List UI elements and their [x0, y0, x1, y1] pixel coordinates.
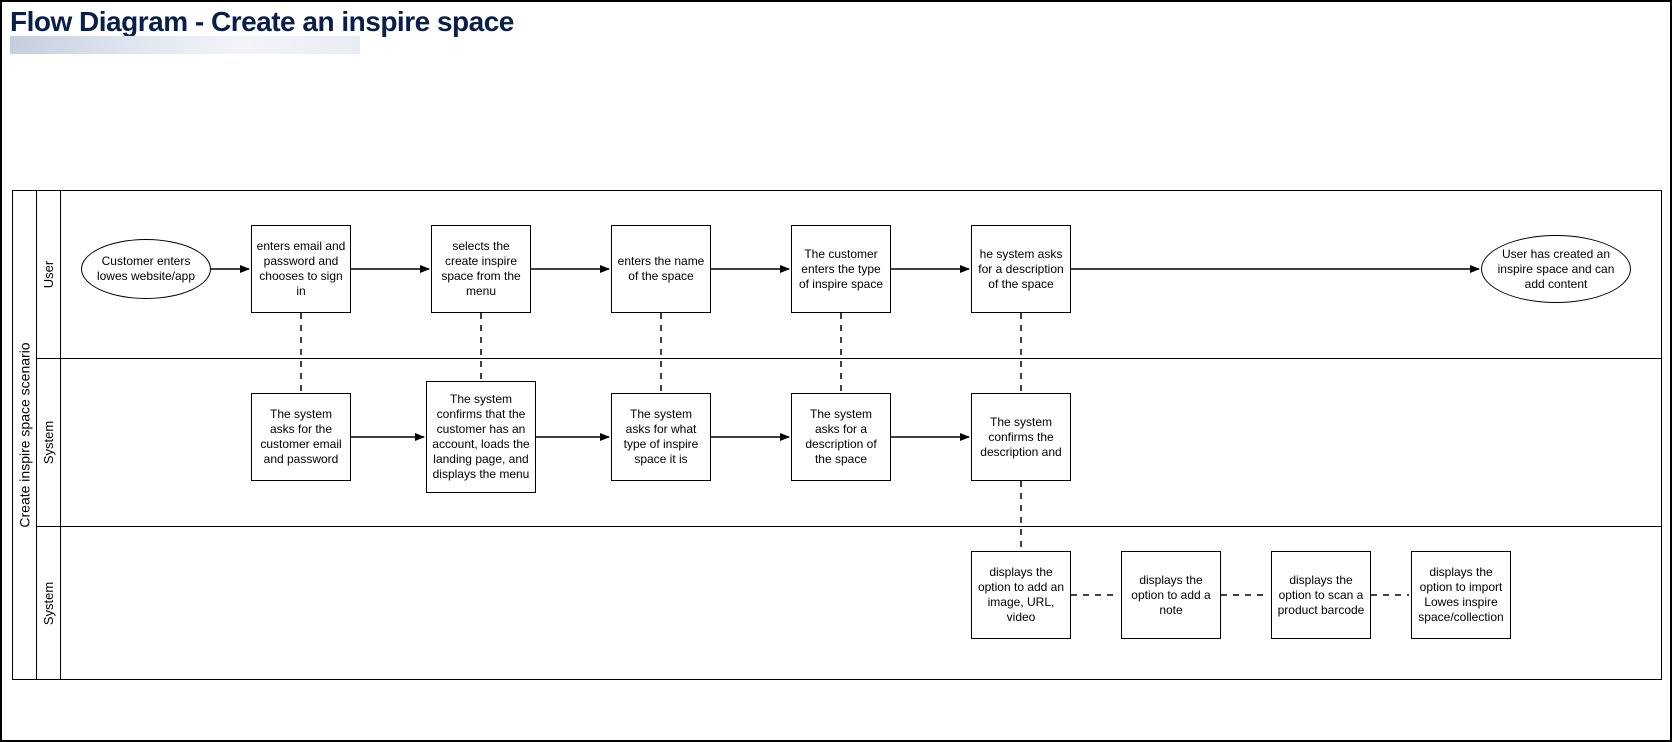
lane-user-label-text: User: [41, 261, 56, 288]
pool-label-text: Create inspire space scenario: [17, 342, 33, 527]
lane-system-2-label-text: System: [41, 581, 56, 624]
node-sys-ask-desc: The system asks for a description of the…: [791, 393, 891, 481]
node-end: User has created an inspire space and ca…: [1481, 235, 1631, 303]
lane-user: User Customer enters lowes website/app e…: [37, 191, 1661, 359]
lane-system-1: System The system asks for the customer …: [37, 359, 1661, 527]
node-sys-confirm-acct: The system confirms that the customer ha…: [426, 381, 536, 493]
node-start: Customer enters lowes website/app: [81, 239, 211, 299]
subtitle-placeholder-bar: [10, 36, 360, 54]
lane-system-2: System displays the option to add an ima…: [37, 527, 1661, 679]
lane-user-content: Customer enters lowes website/app enters…: [61, 191, 1661, 358]
node-user-desc: he system asks for a description of the …: [971, 225, 1071, 313]
page-title: Flow Diagram - Create an inspire space: [10, 6, 514, 38]
node-opt-import: displays the option to import Lowes insp…: [1411, 551, 1511, 639]
lane-user-label: User: [37, 191, 61, 358]
node-sys-confirm-desc: The system confirms the description and: [971, 393, 1071, 481]
page-root: Flow Diagram - Create an inspire space C…: [0, 0, 1672, 742]
node-opt-barcode: displays the option to scan a product ba…: [1271, 551, 1371, 639]
node-user-select: selects the create inspire space from th…: [431, 225, 531, 313]
node-user-type: The customer enters the type of inspire …: [791, 225, 891, 313]
swimlane-pool: Create inspire space scenario User Custo…: [12, 190, 1662, 680]
lane-system-2-label: System: [37, 527, 61, 679]
node-user-login: enters email and password and chooses to…: [251, 225, 351, 313]
node-sys-ask-login: The system asks for the customer email a…: [251, 393, 351, 481]
lane-system-1-label-text: System: [41, 421, 56, 464]
node-opt-media: displays the option to add an image, URL…: [971, 551, 1071, 639]
node-opt-note: displays the option to add a note: [1121, 551, 1221, 639]
lane-system-2-content: displays the option to add an image, URL…: [61, 527, 1661, 679]
node-user-name: enters the name of the space: [611, 225, 711, 313]
pool-label: Create inspire space scenario: [13, 191, 37, 679]
lane-system-1-label: System: [37, 359, 61, 526]
lane-system-1-content: The system asks for the customer email a…: [61, 359, 1661, 526]
node-sys-ask-type: The system asks for what type of inspire…: [611, 393, 711, 481]
